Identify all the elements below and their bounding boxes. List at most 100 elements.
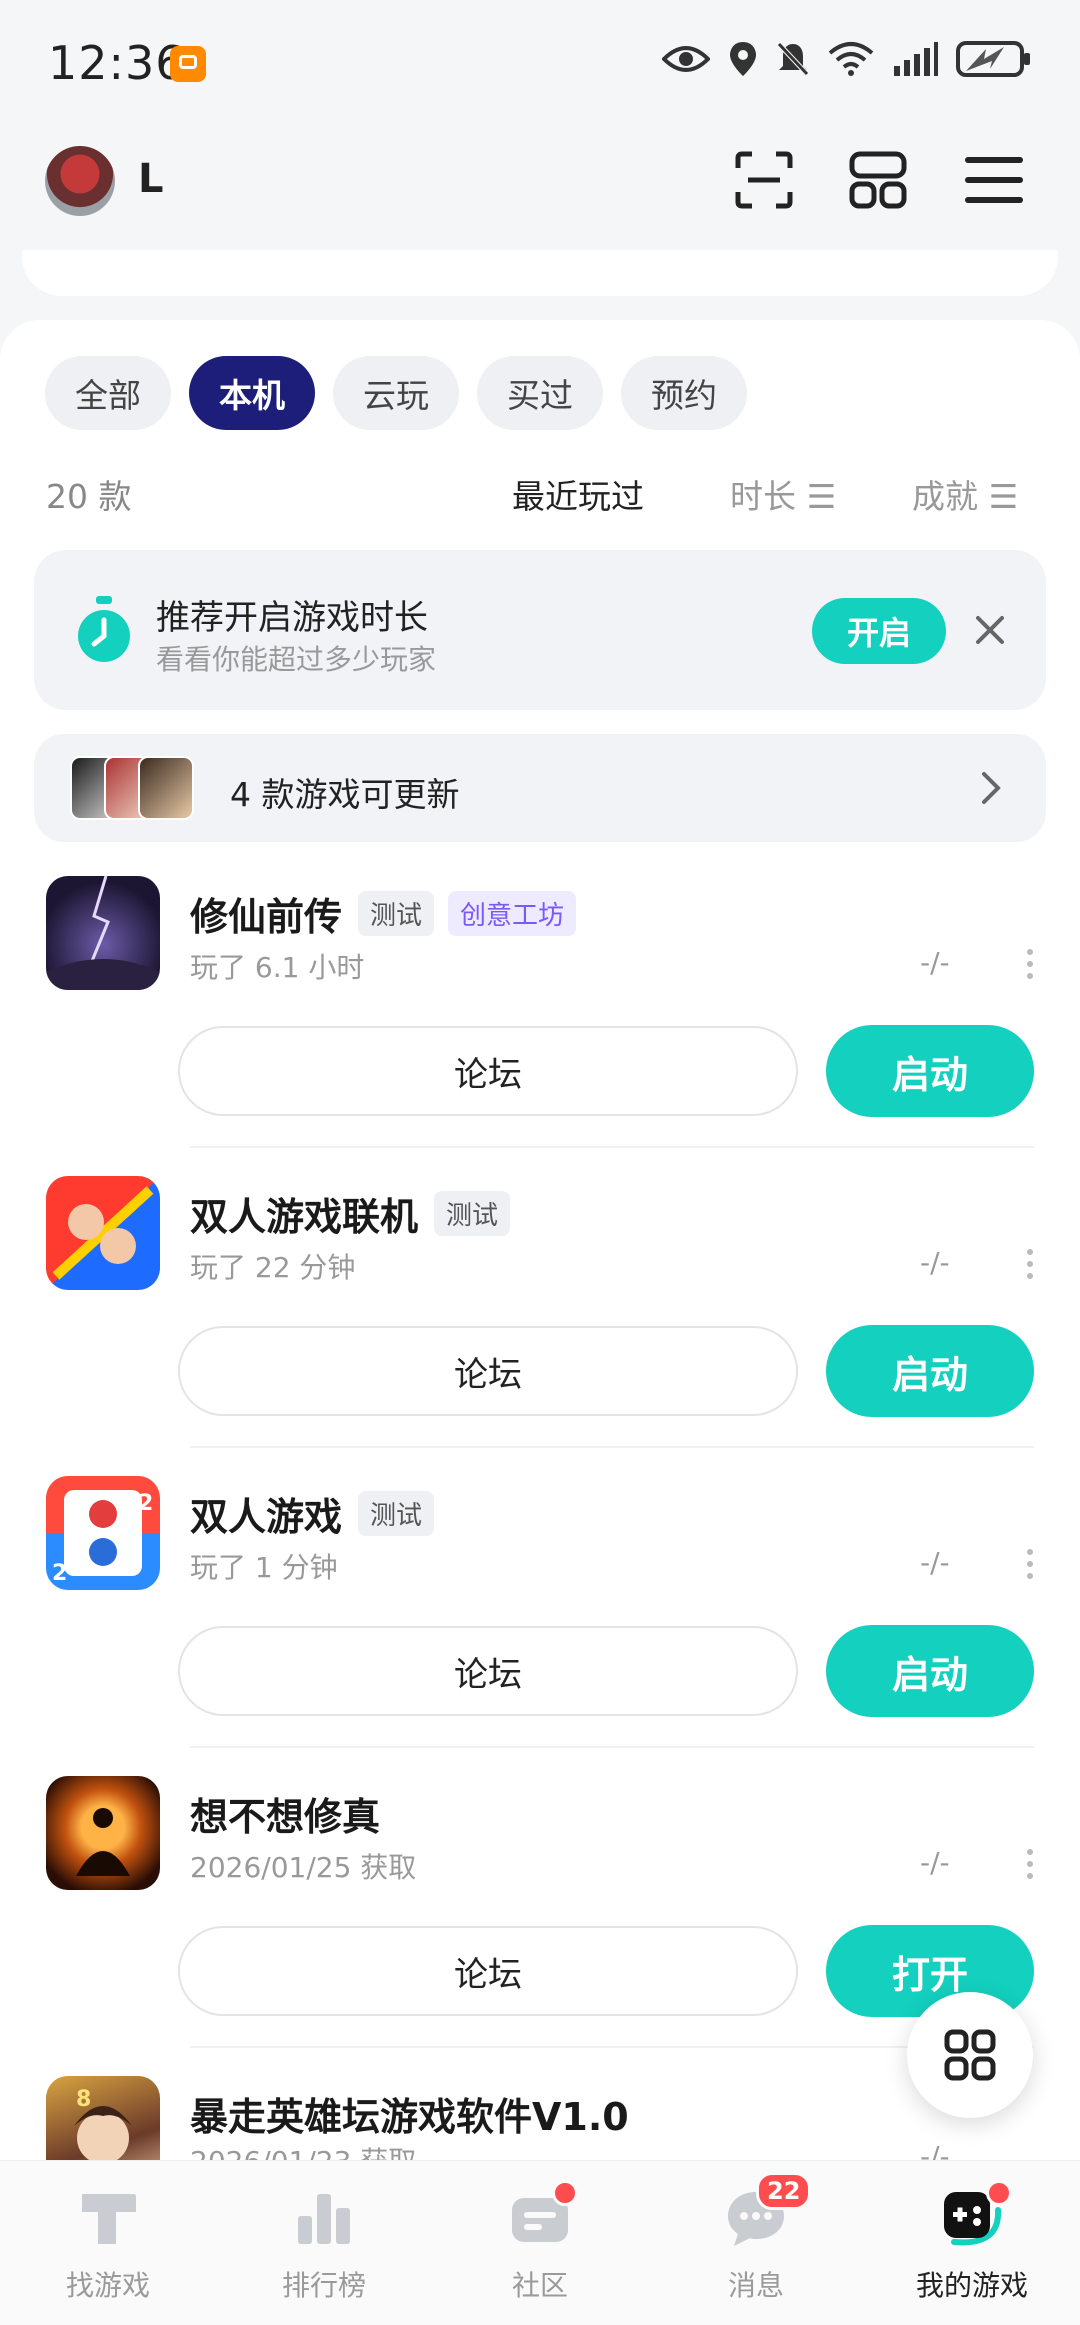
signal-icon xyxy=(894,42,938,76)
divider xyxy=(190,1746,1034,1748)
more-icon[interactable] xyxy=(1026,946,1034,982)
rankings-icon xyxy=(298,2194,350,2244)
chevron-right-icon xyxy=(982,772,1001,804)
avatar[interactable] xyxy=(45,146,115,216)
game-playtime: 玩了 22 分钟 xyxy=(190,1251,356,1284)
status-icons xyxy=(662,40,1032,78)
sort-icon: ☰ xyxy=(988,477,1019,516)
tag-test: 测试 xyxy=(434,1191,511,1236)
forum-button[interactable]: 论坛 xyxy=(178,1026,798,1116)
forum-button[interactable]: 论坛 xyxy=(178,1626,798,1716)
updates-text: 4 款游戏可更新 xyxy=(230,775,460,814)
nav-label: 排行榜 xyxy=(281,2269,366,2302)
notification-app-icon xyxy=(170,46,206,82)
grid-fab[interactable] xyxy=(907,1992,1033,2118)
game-title[interactable]: 想不想修真 xyxy=(190,1786,380,1841)
tag-workshop: 创意工坊 xyxy=(448,891,577,936)
forum-button[interactable]: 论坛 xyxy=(178,1326,798,1416)
status-time: 12:36 xyxy=(48,36,186,90)
notification-dot xyxy=(552,2180,578,2206)
chip-cloud[interactable]: 云玩 xyxy=(333,356,459,430)
layout-icon[interactable] xyxy=(848,150,908,210)
nav-label: 消息 xyxy=(727,2269,784,2302)
launch-button[interactable]: 启动 xyxy=(826,1325,1034,1417)
game-tags: 测试 创意工坊 xyxy=(358,891,577,936)
nav-community[interactable]: 社区 xyxy=(465,2180,615,2316)
launch-button[interactable]: 启动 xyxy=(826,1025,1034,1117)
sort-recent[interactable]: 最近玩过 xyxy=(512,470,644,518)
more-icon[interactable] xyxy=(1026,1846,1034,1882)
svg-text:2: 2 xyxy=(138,1491,153,1516)
game-title[interactable]: 暴走英雄坛游戏软件V1.0 xyxy=(190,2086,629,2141)
game-tags: 测试 xyxy=(434,1191,511,1236)
game-title-row: 双人游戏联机 测试 xyxy=(190,1186,511,1241)
game-progress: -/- xyxy=(920,1546,950,1579)
launch-button[interactable]: 启动 xyxy=(826,1625,1034,1717)
game-tags: 测试 xyxy=(358,1491,435,1536)
close-icon[interactable] xyxy=(970,610,1010,650)
nav-label: 我的游戏 xyxy=(915,2269,1028,2302)
nav-find-games[interactable]: 找游戏 xyxy=(33,2186,183,2316)
game-progress: -/- xyxy=(920,1846,950,1879)
chip-purchased[interactable]: 买过 xyxy=(477,356,603,430)
divider xyxy=(190,1146,1034,1148)
grid-icon xyxy=(944,2029,996,2081)
game-title[interactable]: 双人游戏联机 xyxy=(190,1186,418,1241)
game-thumbnail xyxy=(138,756,194,820)
sort-achievement[interactable]: 成就 ☰ xyxy=(912,470,1018,518)
enable-button[interactable]: 开启 xyxy=(812,598,946,664)
game-title-row: 修仙前传 测试 创意工坊 xyxy=(190,886,577,941)
battery-icon xyxy=(956,41,1030,77)
game-icon[interactable] xyxy=(46,1776,160,1890)
game-playtime: 玩了 6.1 小时 xyxy=(190,951,365,984)
game-icon[interactable] xyxy=(46,876,160,990)
nav-messages[interactable]: 22 消息 xyxy=(681,2172,831,2316)
messages-badge: 22 xyxy=(756,2172,812,2210)
sort-duration[interactable]: 时长 ☰ xyxy=(730,470,836,518)
tag-test: 测试 xyxy=(358,1491,435,1536)
game-acquired-date: 2026/01/25 获取 xyxy=(190,1851,417,1884)
svg-text:2: 2 xyxy=(52,1561,67,1586)
svg-text:8: 8 xyxy=(76,2087,91,2112)
find-games-icon xyxy=(82,2194,136,2244)
game-count: 20 款 xyxy=(46,477,132,516)
game-icon[interactable] xyxy=(46,1176,160,1290)
wifi-icon xyxy=(828,42,874,76)
messages-icon-wrap: 22 xyxy=(724,2172,812,2250)
tag-test: 测试 xyxy=(358,891,435,936)
recommend-title: 推荐开启游戏时长 xyxy=(156,598,428,638)
game-title[interactable]: 修仙前传 xyxy=(190,886,342,941)
game-title[interactable]: 双人游戏 xyxy=(190,1486,342,1541)
nav-rankings[interactable]: 排行榜 xyxy=(249,2186,399,2316)
recommend-subtitle: 看看你能超过多少玩家 xyxy=(156,643,437,676)
nav-label: 找游戏 xyxy=(65,2269,150,2302)
game-progress: -/- xyxy=(920,946,950,979)
scan-icon[interactable] xyxy=(734,150,794,210)
filter-chips: 全部 本机 云玩 买过 预约 xyxy=(45,356,747,430)
forum-button[interactable]: 论坛 xyxy=(178,1926,798,2016)
chip-all[interactable]: 全部 xyxy=(45,356,171,430)
nav-my-games[interactable]: 我的游戏 xyxy=(897,2180,1047,2316)
game-progress: -/- xyxy=(920,1246,950,1279)
chip-reserved[interactable]: 预约 xyxy=(621,356,747,430)
more-icon[interactable] xyxy=(1026,1546,1034,1582)
eye-icon xyxy=(662,46,710,72)
divider xyxy=(190,1446,1034,1448)
mute-bell-icon xyxy=(777,42,809,76)
game-icon[interactable]: 22 xyxy=(46,1476,160,1590)
game-playtime: 玩了 1 分钟 xyxy=(190,1551,338,1584)
sort-icon: ☰ xyxy=(806,477,837,516)
menu-icon[interactable] xyxy=(964,150,1024,210)
user-name[interactable]: L xyxy=(138,156,164,202)
collapsed-card xyxy=(22,250,1058,296)
nav-label: 社区 xyxy=(511,2269,568,2302)
community-icon-wrap xyxy=(508,2180,578,2250)
chip-local[interactable]: 本机 xyxy=(189,356,315,430)
more-icon[interactable] xyxy=(1026,1246,1034,1282)
sort-achievement-label: 成就 xyxy=(912,477,978,516)
sort-duration-label: 时长 xyxy=(730,477,796,516)
my-games-icon-wrap xyxy=(940,2180,1012,2250)
location-icon xyxy=(730,42,756,76)
game-title-row: 双人游戏 测试 xyxy=(190,1486,435,1541)
notification-dot xyxy=(986,2180,1012,2206)
